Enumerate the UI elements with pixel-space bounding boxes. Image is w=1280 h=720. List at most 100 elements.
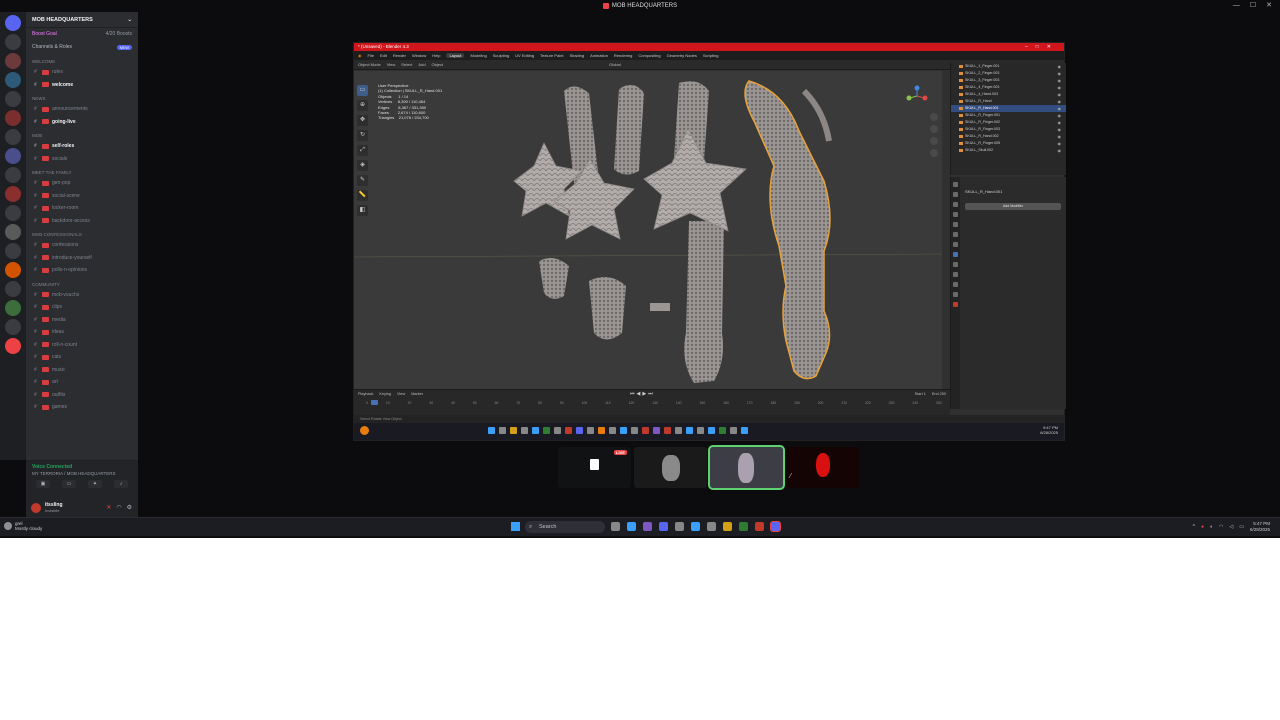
app-icon[interactable] <box>659 522 668 531</box>
app-icon[interactable] <box>730 427 737 434</box>
stream-tile[interactable]: LIVE <box>558 447 631 488</box>
outliner-item[interactable]: SKULL_1_Finger.001 ◉ <box>951 63 1066 70</box>
timeline-menu-playback[interactable]: Playback <box>358 392 373 396</box>
app-icon[interactable] <box>708 427 715 434</box>
navigation-gizmo-icon[interactable] <box>906 85 928 107</box>
visibility-eye-icon[interactable]: ◉ <box>1058 105 1062 112</box>
boost-goal[interactable]: Boost Goal 4/20 Boosts <box>26 28 138 40</box>
activity-icon[interactable]: ✦ <box>88 480 102 488</box>
material-tab-icon[interactable] <box>953 302 958 307</box>
channel-category[interactable]: WELCOME <box>26 54 138 66</box>
workspace-tab[interactable]: Sculpting <box>493 53 509 58</box>
chevron-up-icon[interactable]: ^ <box>1193 524 1195 530</box>
world-tab-icon[interactable] <box>953 232 958 237</box>
wifi-icon[interactable]: ◠ <box>1219 524 1223 530</box>
start-frame-field[interactable]: Start 1 <box>915 392 926 396</box>
transform-tool-icon[interactable]: ◈ <box>357 160 368 171</box>
stream-tile[interactable]: ⁄ <box>786 447 859 488</box>
perspective-toggle-icon[interactable] <box>930 149 938 157</box>
server-icon[interactable] <box>5 281 21 297</box>
measure-tool-icon[interactable]: 📏 <box>357 190 368 201</box>
outliner-item[interactable]: SKULL_Skull.002 ◉ <box>951 147 1066 154</box>
home-server-icon[interactable] <box>5 15 21 31</box>
outliner-item[interactable]: SKULL_4_Finger.003 ◉ <box>951 84 1066 91</box>
outliner-item[interactable]: SKULL_R_Hand.002 ◉ <box>951 133 1066 140</box>
object-tab-icon[interactable] <box>953 242 958 247</box>
task-view-icon[interactable] <box>611 522 620 531</box>
channel-item[interactable]: # introduce-yourself <box>26 252 138 265</box>
visibility-eye-icon[interactable]: ◉ <box>1058 63 1062 70</box>
zoom-icon[interactable] <box>930 113 938 121</box>
add-modifier-button[interactable]: Add Modifier <box>965 203 1061 210</box>
channel-item[interactable]: # cats <box>26 351 138 364</box>
app-icon[interactable] <box>620 427 627 434</box>
weather-widget[interactable]: grel Mostly cloudy <box>4 521 42 531</box>
server-icon[interactable] <box>5 205 21 221</box>
tool-tab-icon[interactable] <box>953 182 958 187</box>
blender-window-controls[interactable]: –□✕ <box>1025 43 1059 51</box>
channel-item[interactable]: # socials <box>26 153 138 166</box>
workspace-tab[interactable]: Layout <box>446 53 465 58</box>
channel-category[interactable]: COMMUNITY <box>26 277 138 289</box>
channel-category[interactable]: Meet the family <box>26 165 138 177</box>
visibility-eye-icon[interactable]: ◉ <box>1058 112 1062 119</box>
view-menu[interactable]: View <box>387 62 396 67</box>
headset-icon[interactable]: ◠ <box>116 504 121 511</box>
menu-file[interactable]: File <box>368 53 374 58</box>
file-explorer-icon[interactable] <box>627 522 636 531</box>
app-icon[interactable] <box>755 522 764 531</box>
visibility-eye-icon[interactable]: ◉ <box>1058 77 1062 84</box>
scene-tab-icon[interactable] <box>953 222 958 227</box>
visibility-eye-icon[interactable]: ◉ <box>1058 91 1062 98</box>
channel-item[interactable]: # gen-pop <box>26 177 138 190</box>
voice-room[interactable]: MY TERRORIA / MOB HEADQUARTERS <box>26 470 138 477</box>
channel-item[interactable]: # polls-n-opinions <box>26 264 138 277</box>
channel-item[interactable]: # going-live <box>26 116 138 129</box>
server-icon[interactable] <box>5 110 21 126</box>
blender-taskbar-icon[interactable] <box>360 426 369 435</box>
app-icon[interactable] <box>576 427 583 434</box>
app-icon[interactable] <box>739 522 748 531</box>
server-icon[interactable] <box>5 224 21 240</box>
select-box-tool-icon[interactable]: ▭ <box>357 85 368 96</box>
outliner-item[interactable]: SKULL_R_Hand.001 ◉ <box>951 105 1066 112</box>
app-icon[interactable] <box>598 427 605 434</box>
server-icon[interactable] <box>5 319 21 335</box>
app-icon[interactable] <box>565 427 572 434</box>
channel-item[interactable]: # media <box>26 314 138 327</box>
select-menu[interactable]: Select <box>401 62 412 67</box>
menu-window[interactable]: Window <box>412 53 426 58</box>
workspace-tab[interactable]: Texture Paint <box>540 53 563 58</box>
timeline-menu-marker[interactable]: Marker <box>411 392 423 396</box>
server-icon[interactable] <box>5 72 21 88</box>
channel-item[interactable]: # self-roles <box>26 140 138 153</box>
render-tab-icon[interactable] <box>953 192 958 197</box>
timeline-ruler[interactable]: 0 10 20 30 40 50 60 70 80 90 100 110 120 130 140 150 160… <box>366 401 942 407</box>
mute-icon[interactable]: ✕ <box>106 504 111 511</box>
app-icon[interactable] <box>543 427 550 434</box>
start-icon[interactable] <box>488 427 495 434</box>
channel-item[interactable]: # social-scene <box>26 190 138 203</box>
server-icon[interactable] <box>5 91 21 107</box>
channel-item[interactable]: # welcome <box>26 79 138 92</box>
soundboard-icon[interactable]: ♪ <box>114 480 128 488</box>
app-icon[interactable] <box>643 522 652 531</box>
workspace-tab[interactable]: UV Editing <box>515 53 534 58</box>
transform-orientation-select[interactable]: Global <box>609 62 621 67</box>
discord-taskbar-icon[interactable] <box>770 521 781 532</box>
visibility-eye-icon[interactable]: ◉ <box>1058 98 1062 105</box>
tray-app-icon[interactable]: ◐ <box>1210 524 1213 530</box>
channel-item[interactable]: # games <box>26 401 138 414</box>
server-icon[interactable] <box>5 186 21 202</box>
camera-icon[interactable]: ▣ <box>36 480 50 488</box>
app-icon[interactable] <box>741 427 748 434</box>
server-header[interactable]: MOB HEADQUARTERS ⌄ <box>26 12 138 28</box>
volume-icon[interactable]: ◁ <box>1229 524 1233 530</box>
channel-item[interactable]: # rules <box>26 66 138 79</box>
particles-tab-icon[interactable] <box>953 262 958 267</box>
modifier-tab-icon[interactable] <box>953 252 958 257</box>
server-icon[interactable] <box>5 262 21 278</box>
battery-icon[interactable]: ▭ <box>1239 524 1244 530</box>
outliner-item[interactable]: SKULL_R_Finger.001 ◉ <box>951 112 1066 119</box>
app-icon[interactable] <box>642 427 649 434</box>
